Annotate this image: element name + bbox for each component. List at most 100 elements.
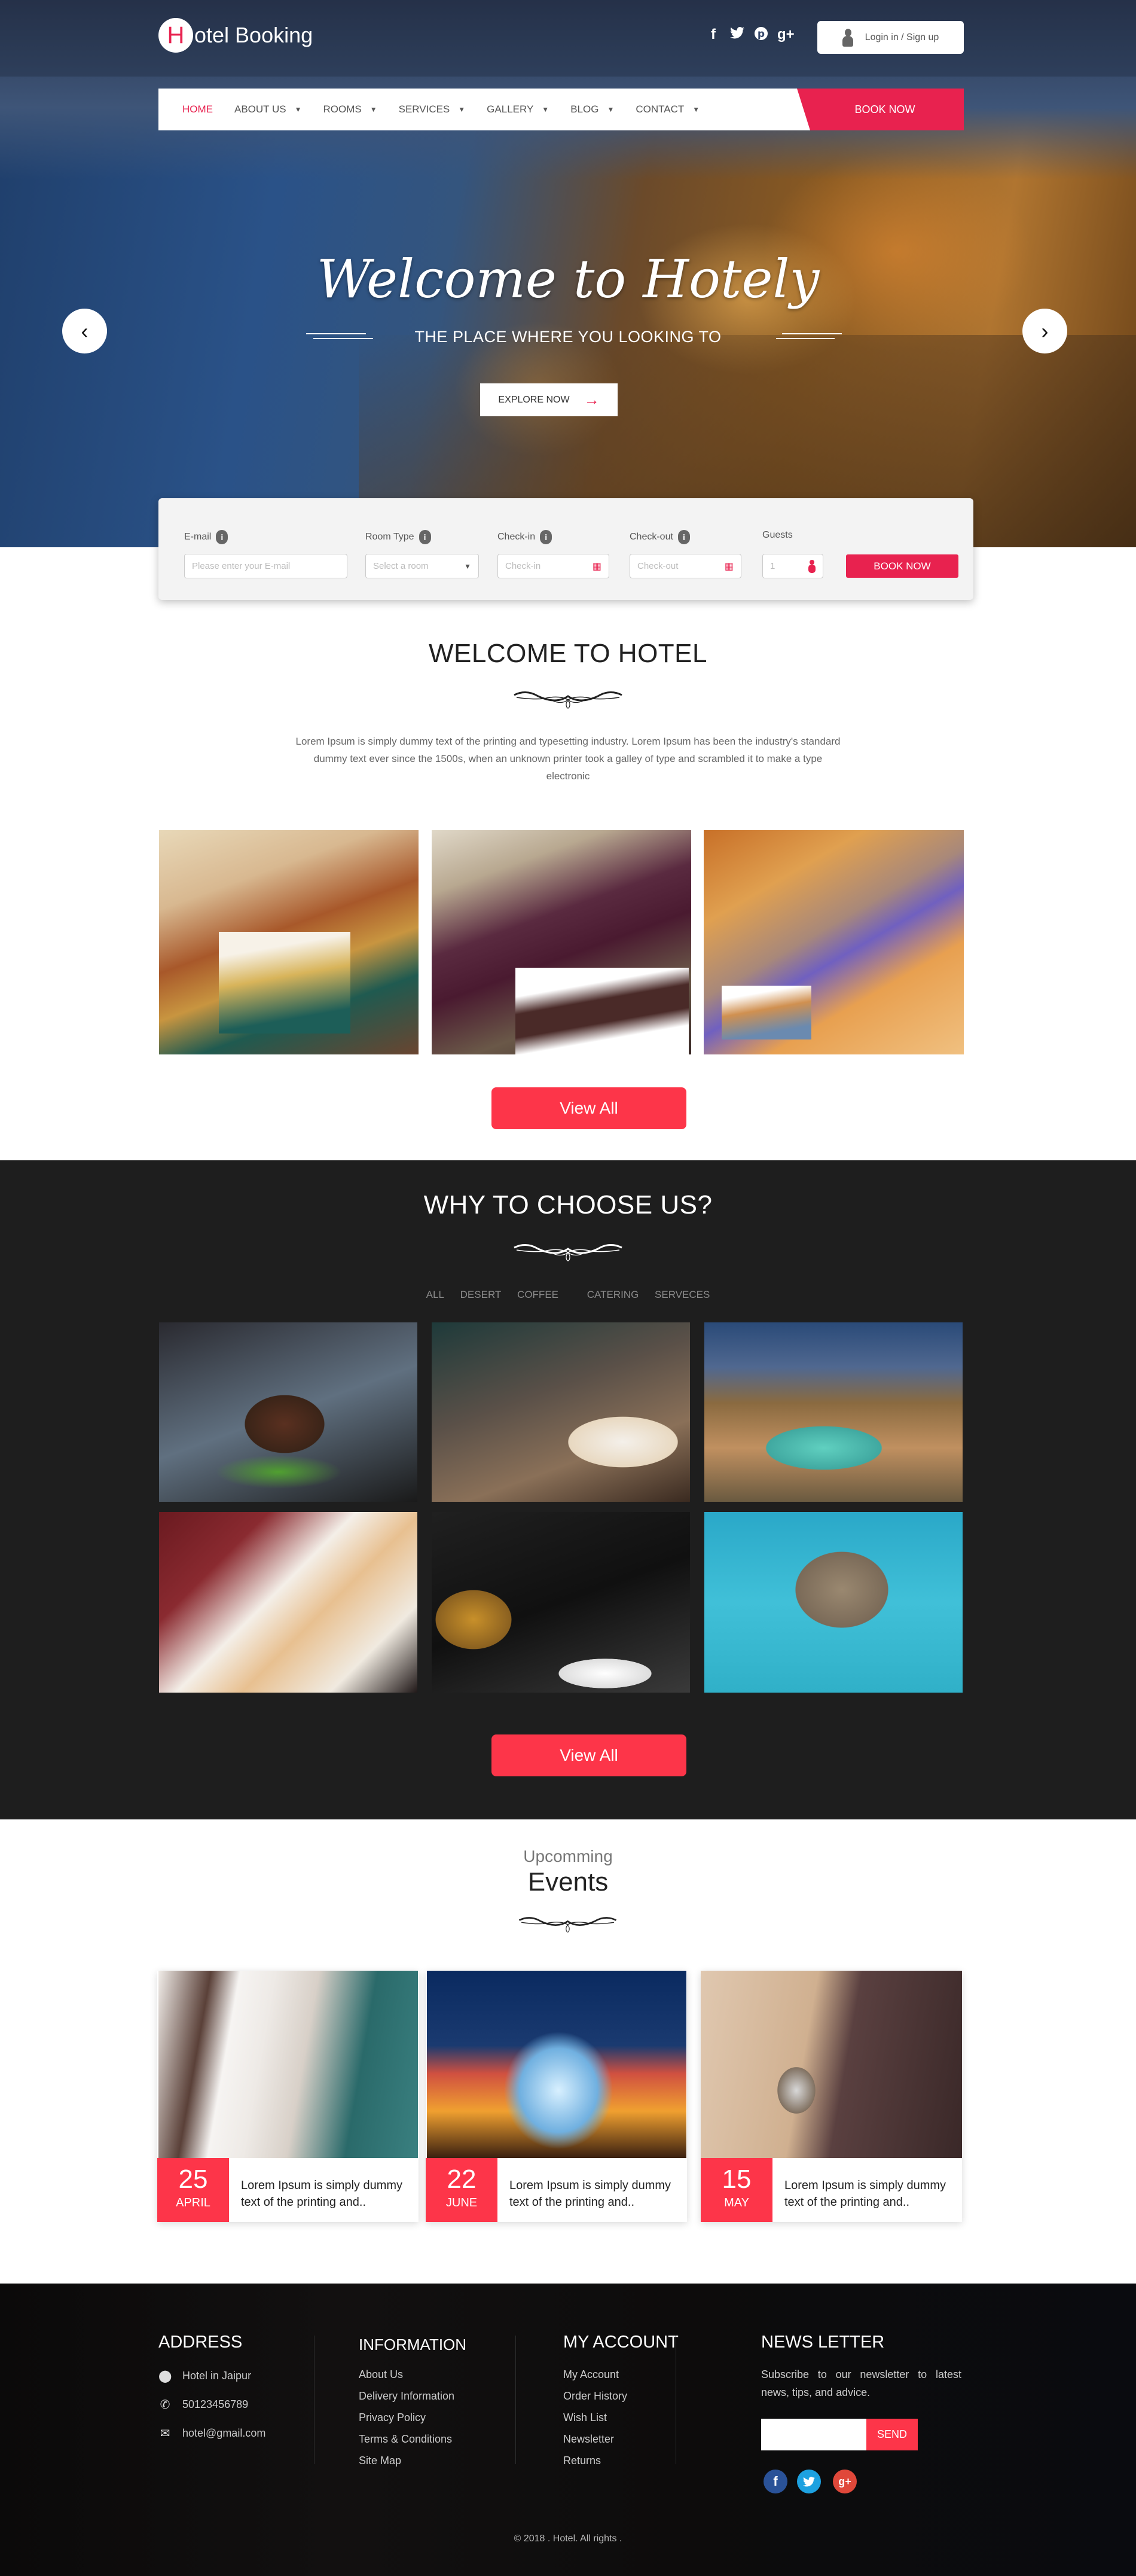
nav-label: ABOUT US xyxy=(234,103,286,115)
slider-prev-button[interactable]: ‹ xyxy=(62,309,107,353)
nav-home[interactable]: HOME xyxy=(182,103,213,115)
user-icon xyxy=(842,28,853,47)
newsletter-send-button[interactable]: SEND xyxy=(866,2419,918,2450)
pinterest-icon[interactable]: p xyxy=(753,26,769,45)
footer-link-about[interactable]: About Us xyxy=(359,2364,454,2385)
footer-account-links: My Account Order History Wish List Newsl… xyxy=(563,2364,627,2471)
footer-info-title: INFORMATION xyxy=(359,2336,467,2354)
calendar-icon[interactable]: ▦ xyxy=(593,560,601,572)
gallery-image-seafood[interactable] xyxy=(159,1512,417,1693)
slider-next-button[interactable]: › xyxy=(1022,309,1067,353)
login-label: Login in / Sign up xyxy=(865,32,939,42)
room-image-2[interactable] xyxy=(432,830,691,1054)
event-month: MAY xyxy=(724,2196,749,2209)
gallery-image-chef[interactable] xyxy=(432,1512,690,1693)
checkin-input[interactable] xyxy=(505,561,593,571)
event-date: 22 JUNE xyxy=(426,2158,497,2222)
filter-services[interactable]: SERVECES xyxy=(655,1289,710,1300)
nav-gallery[interactable]: GALLERY ▼ xyxy=(487,103,549,115)
footer-link-returns[interactable]: Returns xyxy=(563,2450,627,2471)
nav-services[interactable]: SERVICES ▼ xyxy=(399,103,466,115)
guests-field[interactable]: 1 xyxy=(762,554,823,578)
event-card[interactable]: 15 MAY Lorem Ipsum is simply dummy text … xyxy=(701,1971,962,2222)
info-icon[interactable]: i xyxy=(216,530,228,544)
nav-rooms[interactable]: ROOMS ▼ xyxy=(323,103,377,115)
info-icon[interactable]: i xyxy=(540,530,552,544)
room-type-select[interactable]: Select a room ▼ xyxy=(365,554,479,578)
mail-icon: ✉ xyxy=(160,2426,170,2440)
facebook-icon[interactable]: f xyxy=(706,26,721,45)
nav-label: HOME xyxy=(182,103,213,115)
gallery-image-villa[interactable] xyxy=(704,1512,963,1693)
nav-blog[interactable]: BLOG ▼ xyxy=(570,103,614,115)
calendar-icon[interactable]: ▦ xyxy=(725,560,734,572)
email-row[interactable]: ✉ hotel@gmail.com xyxy=(158,2419,266,2447)
gallery-image-fish[interactable] xyxy=(432,1322,690,1502)
book-now-nav-button[interactable]: BOOK NOW xyxy=(797,89,964,130)
twitter-icon[interactable] xyxy=(797,2470,821,2493)
room-image-1[interactable] xyxy=(159,830,419,1054)
caret-down-icon: ▼ xyxy=(369,105,377,114)
label-text: Room Type xyxy=(365,532,414,542)
caret-down-icon: ▼ xyxy=(607,105,615,114)
footer-link-newsletter[interactable]: Newsletter xyxy=(563,2428,627,2450)
label-text: E-mail xyxy=(184,532,212,542)
email-field[interactable] xyxy=(184,554,347,578)
bed-shape xyxy=(515,968,689,1054)
footer-link-wish-list[interactable]: Wish List xyxy=(563,2407,627,2428)
event-card[interactable]: 22 JUNE Lorem Ipsum is simply dummy text… xyxy=(426,1971,687,2222)
google-plus-icon[interactable]: g+ xyxy=(833,2470,857,2493)
bed-shape xyxy=(722,986,811,1039)
nav-label: GALLERY xyxy=(487,103,534,115)
phone-icon: ✆ xyxy=(160,2398,170,2412)
nav-contact[interactable]: CONTACT ▼ xyxy=(636,103,700,115)
info-icon[interactable]: i xyxy=(677,530,690,544)
room-image-3[interactable] xyxy=(704,830,964,1054)
view-all-gallery-button[interactable]: View All xyxy=(491,1734,686,1776)
copyright: © 2018 . Hotel. All rights . xyxy=(514,2534,622,2544)
event-day: 25 xyxy=(178,2165,208,2194)
info-icon[interactable]: i xyxy=(419,530,431,544)
view-all-rooms-button[interactable]: View All xyxy=(491,1087,686,1129)
footer-link-my-account[interactable]: My Account xyxy=(563,2364,627,2385)
logo[interactable]: H otel Booking xyxy=(158,18,313,53)
logo-mark: H xyxy=(158,18,193,53)
footer-link-privacy[interactable]: Privacy Policy xyxy=(359,2407,454,2428)
footer-link-order-history[interactable]: Order History xyxy=(563,2385,627,2407)
checkout-input[interactable] xyxy=(637,561,725,571)
filter-catering[interactable]: CATERING xyxy=(587,1289,639,1300)
filter-desert[interactable]: DESERT xyxy=(460,1289,502,1300)
nav-about-us[interactable]: ABOUT US ▼ xyxy=(234,103,301,115)
book-now-button[interactable]: BOOK NOW xyxy=(846,554,958,578)
footer-link-terms[interactable]: Terms & Conditions xyxy=(359,2428,454,2450)
chevron-left-icon: ‹ xyxy=(81,318,88,343)
email-input[interactable] xyxy=(192,561,340,571)
flourish-divider xyxy=(518,1917,617,1932)
hero-title: Welcome to Hotely xyxy=(316,248,820,310)
event-image xyxy=(701,1971,962,2158)
google-plus-icon[interactable]: g+ xyxy=(777,26,795,45)
events-title: Events xyxy=(527,1867,609,1897)
explore-now-button[interactable]: EXPLORE NOW → xyxy=(480,383,618,416)
filter-all[interactable]: ALL xyxy=(426,1289,444,1300)
login-signup-button[interactable]: Login in / Sign up xyxy=(817,21,964,54)
svg-text:p: p xyxy=(758,28,765,40)
footer-account-title: MY ACCOUNT xyxy=(563,2333,679,2352)
user-icon xyxy=(808,559,816,573)
gallery-image-pool[interactable] xyxy=(704,1322,963,1502)
newsletter-email-input[interactable] xyxy=(761,2419,866,2450)
chevron-right-icon: › xyxy=(1041,318,1049,343)
twitter-icon[interactable] xyxy=(729,26,745,45)
checkout-field[interactable]: ▦ xyxy=(630,554,741,578)
phone-text: 50123456789 xyxy=(182,2398,249,2410)
checkin-field[interactable]: ▦ xyxy=(497,554,609,578)
facebook-icon[interactable]: f xyxy=(764,2470,787,2493)
event-image xyxy=(427,1971,686,2158)
event-month: JUNE xyxy=(445,2196,478,2209)
gallery-image-steak[interactable] xyxy=(159,1322,417,1502)
footer-link-sitemap[interactable]: Site Map xyxy=(359,2450,454,2471)
footer-link-delivery[interactable]: Delivery Information xyxy=(359,2385,454,2407)
filter-coffee[interactable]: COFFEE xyxy=(517,1289,558,1300)
guests-value: 1 xyxy=(770,561,775,571)
event-card[interactable]: 25 APRIL Lorem Ipsum is simply dummy tex… xyxy=(157,1971,419,2222)
